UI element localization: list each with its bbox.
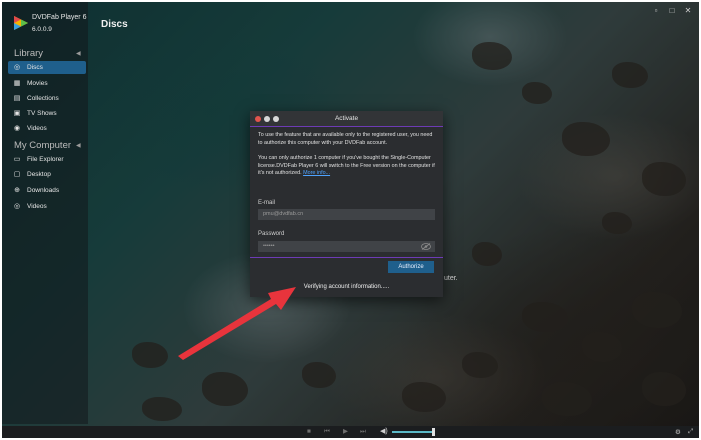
app-name: DVDFab Player 6 [32, 14, 87, 21]
volume-slider[interactable] [392, 431, 434, 433]
sidebar: DVDFab Player 6 6.0.0.9 Library ◀ ◎ Disc… [2, 2, 88, 424]
sidebar-item-label: TV Shows [27, 110, 57, 117]
sidebar-item-collections[interactable]: ▤ Collections [8, 92, 86, 105]
sidebar-item-label: Collections [27, 95, 59, 102]
password-label: Password [258, 231, 285, 237]
page-title: Discs [101, 19, 128, 30]
stop-icon[interactable]: ■ [307, 428, 311, 436]
volume-knob[interactable] [432, 428, 435, 436]
email-label: E-mail [258, 200, 276, 206]
next-icon[interactable]: ⏭ [360, 428, 366, 436]
volume-icon[interactable]: ◀) [380, 427, 388, 435]
email-field[interactable]: pmu@dvdfab.cn [258, 209, 435, 220]
authorize-button[interactable]: Authorize [388, 261, 434, 273]
show-password-icon[interactable] [421, 243, 431, 250]
library-header[interactable]: Library [14, 48, 43, 59]
playback-bar: ■ ⏮ ▶ ⏭ ◀) ⚙ ⤢ [2, 426, 699, 438]
license-text: You can only authorize 1 computer if you… [258, 155, 435, 177]
fullscreen-icon[interactable]: ⤢ [688, 428, 693, 436]
sidebar-item-label: Discs [27, 64, 43, 71]
dialog-body: To use the feature that are available on… [250, 127, 443, 178]
sidebar-item-tv-shows[interactable]: ▣ TV Shows [8, 107, 86, 120]
close-icon[interactable]: ✕ [683, 6, 693, 16]
more-info-link[interactable]: More info... [303, 170, 330, 176]
tv-icon: ▣ [13, 109, 21, 117]
dvdfab-logo-icon [14, 16, 28, 30]
dialog-intro-text: To use the feature that are available on… [258, 132, 433, 146]
sidebar-item-label: Videos [27, 203, 47, 210]
sidebar-item-discs[interactable]: ◎ Discs [8, 61, 86, 74]
background-text: uter. [444, 275, 458, 282]
dialog-titlebar: Activate [250, 111, 443, 127]
sidebar-item-label: File Explorer [27, 156, 64, 163]
password-value: •••••• [263, 243, 275, 249]
sidebar-item-label: Movies [27, 80, 48, 87]
sidebar-item-videos[interactable]: ◉ Videos [8, 122, 86, 135]
restore-icon[interactable]: ▫ [651, 6, 661, 16]
disc-icon: ◎ [13, 63, 21, 71]
app-version: 6.0.0.9 [32, 26, 52, 33]
sidebar-item-desktop[interactable]: ▢ Desktop [8, 168, 86, 181]
sidebar-item-label: Videos [27, 125, 47, 132]
play-icon[interactable]: ▶ [343, 428, 348, 436]
previous-icon[interactable]: ⏮ [324, 428, 330, 436]
settings-icon[interactable]: ⚙ [675, 428, 681, 436]
collections-icon: ▤ [13, 94, 21, 102]
verifying-status: Verifying account information..... [303, 284, 390, 290]
movies-icon: ▦ [13, 79, 21, 87]
collapse-library-icon[interactable]: ◀ [76, 50, 81, 57]
maximize-icon[interactable]: □ [667, 6, 677, 16]
downloads-icon: ⊕ [14, 186, 20, 194]
file-explorer-icon: ▭ [13, 155, 21, 163]
dialog-title: Activate [334, 115, 359, 122]
sidebar-item-file-explorer[interactable]: ▭ File Explorer [8, 153, 86, 166]
sidebar-item-label: Downloads [27, 187, 60, 194]
desktop-icon: ▢ [13, 170, 21, 178]
my-computer-header[interactable]: My Computer [14, 140, 71, 151]
videos-icon: ◉ [13, 124, 21, 132]
dialog-license-text: You can only authorize 1 computer if you… [258, 155, 436, 178]
sidebar-item-downloads[interactable]: ⊕ Downloads [8, 184, 86, 197]
window-controls: ▫ □ ✕ [651, 6, 693, 16]
sidebar-item-label: Desktop [27, 171, 51, 178]
sidebar-item-movies[interactable]: ▦ Movies [8, 77, 86, 90]
password-field[interactable]: •••••• [258, 241, 435, 252]
sidebar-item-videos-computer[interactable]: ◎ Videos [8, 200, 86, 213]
collapse-computer-icon[interactable]: ◀ [76, 142, 81, 149]
videos-icon: ◎ [13, 202, 21, 210]
dialog-divider [250, 257, 443, 258]
